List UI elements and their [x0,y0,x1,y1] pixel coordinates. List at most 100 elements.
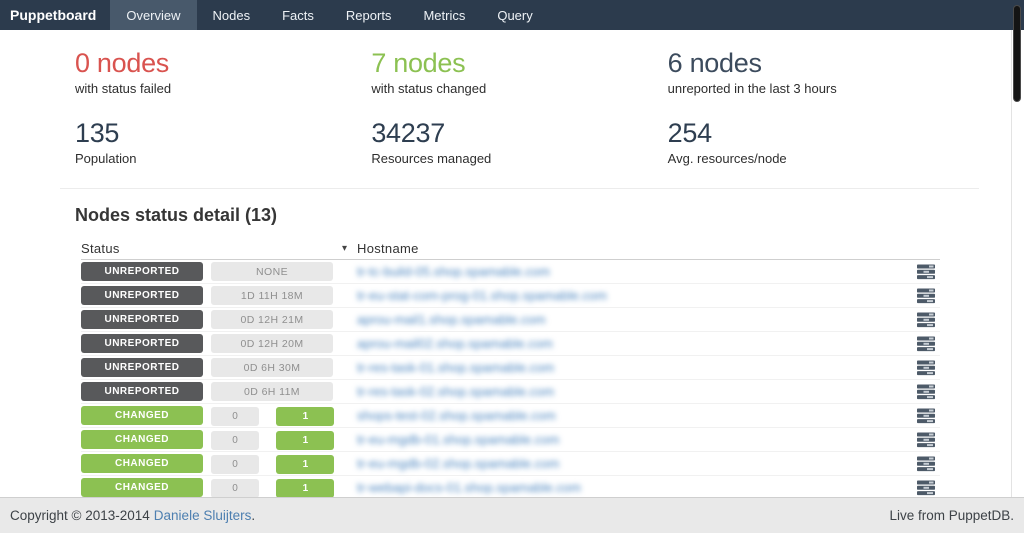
tasks-icon[interactable] [917,456,936,472]
skipped-count-badge: 0 [211,407,259,426]
table-row: CHANGED 0 1 tr-eu-mgdb-01.shop.spamable.… [81,428,940,452]
table-row: UNREPORTED NONE tr-tc-build-05.shop.spam… [81,260,940,284]
tasks-icon[interactable] [917,288,936,304]
table-header: Status ▾ Hostname [81,238,940,260]
navbar: Puppetboard OverviewNodesFactsReportsMet… [0,0,1024,30]
tasks-icon[interactable] [917,408,936,424]
hostname-link[interactable]: aprou-mail02.shop.spamable.com [357,336,894,351]
tasks-icon[interactable] [917,480,936,496]
changed-count-badge: 1 [276,407,334,426]
stat-changed-label: with status changed [371,81,667,96]
hostname-link[interactable]: tr-eu-stat-com-prog-01.shop.spamable.com [357,288,894,303]
nav-item-nodes[interactable]: Nodes [197,0,267,30]
status-badge: UNREPORTED [81,310,203,329]
stat-resources: 34237 Resources managed [371,118,667,166]
copyright-text: Copyright © 2013-2014 [10,508,150,523]
hostname-link[interactable]: tr-webapi-docs-01.shop.spamable.com [357,480,894,495]
hostname-link[interactable]: shops-test-02.shop.spamable.com [357,408,894,423]
last-report-badge: 1D 11H 18M [211,286,333,305]
stat-unreported-label: unreported in the last 3 hours [668,81,964,96]
last-report-badge: NONE [211,262,333,281]
nav-items: OverviewNodesFactsReportsMetricsQuery [110,0,548,30]
changed-count-badge: 1 [276,479,334,498]
last-report-badge: 0D 12H 20M [211,334,333,353]
status-badge: UNREPORTED [81,286,203,305]
status-badge: CHANGED [81,430,203,449]
scrollbar-thumb[interactable] [1013,5,1021,102]
stat-avg-resources-label: Avg. resources/node [668,151,964,166]
tasks-icon[interactable] [917,312,936,328]
changed-count-badge: 1 [276,455,334,474]
tasks-icon[interactable] [917,336,936,352]
table-row: CHANGED 0 1 shops-test-02.shop.spamable.… [81,404,940,428]
column-header-hostname[interactable]: Hostname [357,241,894,256]
status-badge: CHANGED [81,454,203,473]
stat-unreported-value: 6 nodes [668,48,964,78]
hostname-link[interactable]: tr-eu-mgdb-02.shop.spamable.com [357,456,894,471]
section-title: Nodes status detail (13) [75,205,964,226]
page: Puppetboard OverviewNodesFactsReportsMet… [0,0,1024,533]
last-report-badge: 0D 12H 21M [211,310,333,329]
table-row: UNREPORTED 0D 6H 11M tr-res-task-02.shop… [81,380,940,404]
status-badge: UNREPORTED [81,262,203,281]
nav-item-reports[interactable]: Reports [330,0,408,30]
scrollbar-track [1011,30,1012,497]
copyright-period: . [251,508,255,523]
author-link[interactable]: Daniele Sluijters [154,508,252,523]
nav-item-metrics[interactable]: Metrics [407,0,481,30]
hostname-link[interactable]: tr-eu-mgdb-01.shop.spamable.com [357,432,894,447]
stat-failed: 0 nodes with status failed [75,48,371,96]
stat-population-value: 135 [75,118,371,148]
tasks-icon[interactable] [917,384,936,400]
footer-copyright: Copyright © 2013-2014 Daniele Sluijters. [10,508,255,523]
resource-stats: 135 Population 34237 Resources managed 2… [75,118,964,166]
tasks-icon[interactable] [917,360,936,376]
sort-caret-icon: ▾ [342,243,351,254]
table-row: CHANGED 0 1 tr-eu-mgdb-02.shop.spamable.… [81,452,940,476]
stat-failed-value: 0 nodes [75,48,371,78]
skipped-count-badge: 0 [211,479,259,498]
stat-avg-resources: 254 Avg. resources/node [668,118,964,166]
skipped-count-badge: 0 [211,431,259,450]
puppetdb-status-text: Live from PuppetDB. [889,508,1014,523]
hostname-link[interactable]: tr-res-task-01.shop.spamable.com [357,360,894,375]
stat-population-label: Population [75,151,371,166]
node-status-stats: 0 nodes with status failed 7 nodes with … [75,48,964,96]
stat-changed: 7 nodes with status changed [371,48,667,96]
stat-unreported: 6 nodes unreported in the last 3 hours [668,48,964,96]
tasks-icon[interactable] [917,264,936,280]
table-row: UNREPORTED 0D 6H 30M tr-res-task-01.shop… [81,356,940,380]
nav-item-overview[interactable]: Overview [110,0,196,30]
column-header-status[interactable]: Status [81,241,205,256]
nav-item-facts[interactable]: Facts [266,0,330,30]
stat-population: 135 Population [75,118,371,166]
table-row: UNREPORTED 0D 12H 21M aprou-mail1.shop.s… [81,308,940,332]
status-badge: UNREPORTED [81,334,203,353]
hostname-link[interactable]: aprou-mail1.shop.spamable.com [357,312,894,327]
changed-count-badge: 1 [276,431,334,450]
nav-item-query[interactable]: Query [481,0,548,30]
status-badge: UNREPORTED [81,358,203,377]
last-report-badge: 0D 6H 11M [211,382,333,401]
stat-resources-label: Resources managed [371,151,667,166]
section-divider [60,188,979,189]
stat-changed-value: 7 nodes [371,48,667,78]
table-body: UNREPORTED NONE tr-tc-build-05.shop.spam… [81,260,940,524]
status-badge: UNREPORTED [81,382,203,401]
status-badge: CHANGED [81,478,203,497]
stat-failed-label: with status failed [75,81,371,96]
table-row: UNREPORTED 0D 12H 20M aprou-mail02.shop.… [81,332,940,356]
table-row: UNREPORTED 1D 11H 18M tr-eu-stat-com-pro… [81,284,940,308]
stat-avg-resources-value: 254 [668,118,964,148]
stat-resources-value: 34237 [371,118,667,148]
tasks-icon[interactable] [917,432,936,448]
footer: Copyright © 2013-2014Daniele Sluijters. … [0,497,1024,533]
hostname-link[interactable]: tr-res-task-02.shop.spamable.com [357,384,894,399]
skipped-count-badge: 0 [211,455,259,474]
brand-link[interactable]: Puppetboard [0,0,110,30]
main-content: 0 nodes with status failed 7 nodes with … [0,30,1024,524]
last-report-badge: 0D 6H 30M [211,358,333,377]
hostname-link[interactable]: tr-tc-build-05.shop.spamable.com [357,264,894,279]
nodes-status-table: Status ▾ Hostname UNREPORTED NONE tr-tc-… [81,238,940,524]
status-badge: CHANGED [81,406,203,425]
